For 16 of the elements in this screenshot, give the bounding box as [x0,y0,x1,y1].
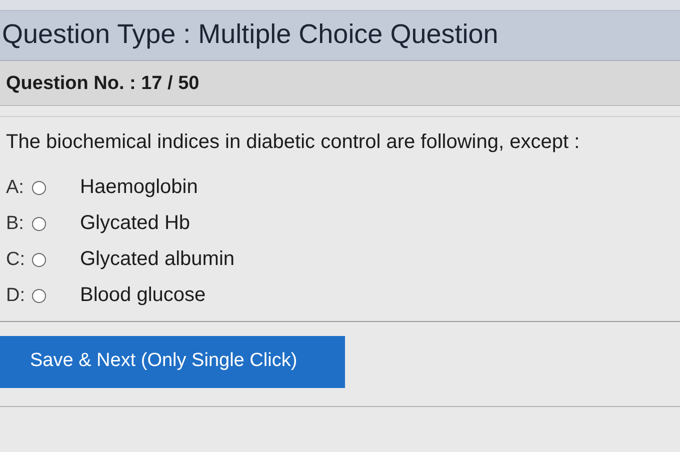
radio-button[interactable] [32,252,46,266]
radio-button[interactable] [32,216,46,230]
radio-button[interactable] [32,180,46,194]
option-letter: D: [6,284,26,306]
option-text: Blood glucose [80,284,206,307]
option-text: Glycated Hb [80,212,190,235]
option-text: Haemoglobin [80,176,198,199]
question-number: Question No. : 17 / 50 [0,61,680,106]
option-letter: B: [6,212,25,234]
option-text: Glycated albumin [80,248,235,271]
question-text: The biochemical indices in diabetic control are following, except : [6,131,581,154]
option-letter: A: [6,176,25,198]
save-next-button[interactable]: Save & Next (Only Single Click) [0,336,345,388]
question-type-title: Question Type : Multiple Choice Question [1,19,500,50]
option-letter: C: [6,248,26,270]
radio-button[interactable] [32,288,46,302]
